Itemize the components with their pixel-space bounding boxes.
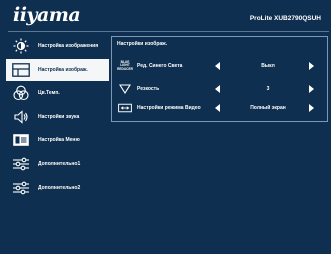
- osd-screen: iiyama ProLite XUB2790QSUH Настройка изо…: [0, 0, 331, 254]
- sidebar-item-label: Настройка Меню: [38, 137, 80, 144]
- menu-icon: [10, 132, 32, 148]
- arrow-left-icon[interactable]: [215, 85, 220, 93]
- speaker-icon: [10, 109, 32, 125]
- row-blue-light[interactable]: BLUE LIGHT REDUCER Ред. Синего Света Вык…: [112, 57, 327, 75]
- sidebar: Настройка изображения Настройка изображ.: [6, 35, 109, 200]
- sliders-icon: [10, 180, 32, 196]
- model-name: ProLite XUB2790QSUH: [249, 15, 321, 22]
- row-label: Ред. Синего Света: [137, 63, 183, 69]
- color-temp-icon: [10, 85, 32, 101]
- sidebar-item-label: Настройка изображения: [38, 43, 99, 49]
- row-video-mode[interactable]: Настройки режима Видео Полный экран: [112, 99, 327, 117]
- row-value: 3: [266, 86, 270, 92]
- sidebar-item-label: Дополнительно1: [38, 160, 81, 167]
- sidebar-item-picture-adjust[interactable]: Настройка изображ.: [6, 58, 109, 81]
- arrow-right-icon[interactable]: [309, 85, 314, 93]
- video-mode-icon: [118, 102, 132, 114]
- sidebar-item-color-temp[interactable]: Цв.Темп.: [6, 82, 109, 104]
- row-value: Выкл: [261, 63, 275, 69]
- osd-header: iiyama ProLite XUB2790QSUH: [0, 0, 331, 32]
- sidebar-item-label: Настройка изображ.: [38, 66, 88, 73]
- blue-light-icon-text: REDUCER: [117, 66, 133, 71]
- arrow-right-icon[interactable]: [309, 104, 314, 112]
- sidebar-item-audio[interactable]: Настройки звука: [6, 106, 109, 128]
- sidebar-item-label: Цв.Темп.: [38, 90, 60, 97]
- sidebar-item-extra1[interactable]: Дополнительно1: [6, 153, 109, 175]
- settings-panel: Настройки изображ. BLUE LIGHT REDUCER Ре…: [111, 36, 328, 122]
- sidebar-item-extra2[interactable]: Дополнительно2: [6, 177, 109, 199]
- brightness-icon: [10, 38, 32, 54]
- sidebar-item-label: Настройки звука: [38, 113, 80, 120]
- sidebar-item-picture-settings[interactable]: Настройка изображения: [6, 35, 109, 57]
- arrow-right-icon[interactable]: [309, 62, 314, 70]
- sliders-icon: [10, 156, 32, 172]
- arrow-left-icon[interactable]: [215, 62, 220, 70]
- sharpness-icon: [118, 83, 132, 95]
- row-value: Полный экран: [250, 105, 286, 111]
- row-label: Резкость: [137, 86, 160, 92]
- header-divider: [8, 31, 329, 32]
- brand-logo: iiyama: [13, 4, 81, 26]
- panel-title: Настройки изображ.: [117, 41, 168, 47]
- arrow-left-icon[interactable]: [215, 104, 220, 112]
- row-sharpness[interactable]: Резкость 3: [112, 80, 327, 98]
- picture-adjust-icon: [10, 62, 32, 78]
- row-label: Настройки режима Видео: [137, 105, 201, 111]
- sidebar-item-menu-settings[interactable]: Настройка Меню: [6, 129, 109, 151]
- blue-light-icon: BLUE LIGHT REDUCER: [117, 60, 133, 72]
- sidebar-item-label: Дополнительно2: [38, 184, 81, 191]
